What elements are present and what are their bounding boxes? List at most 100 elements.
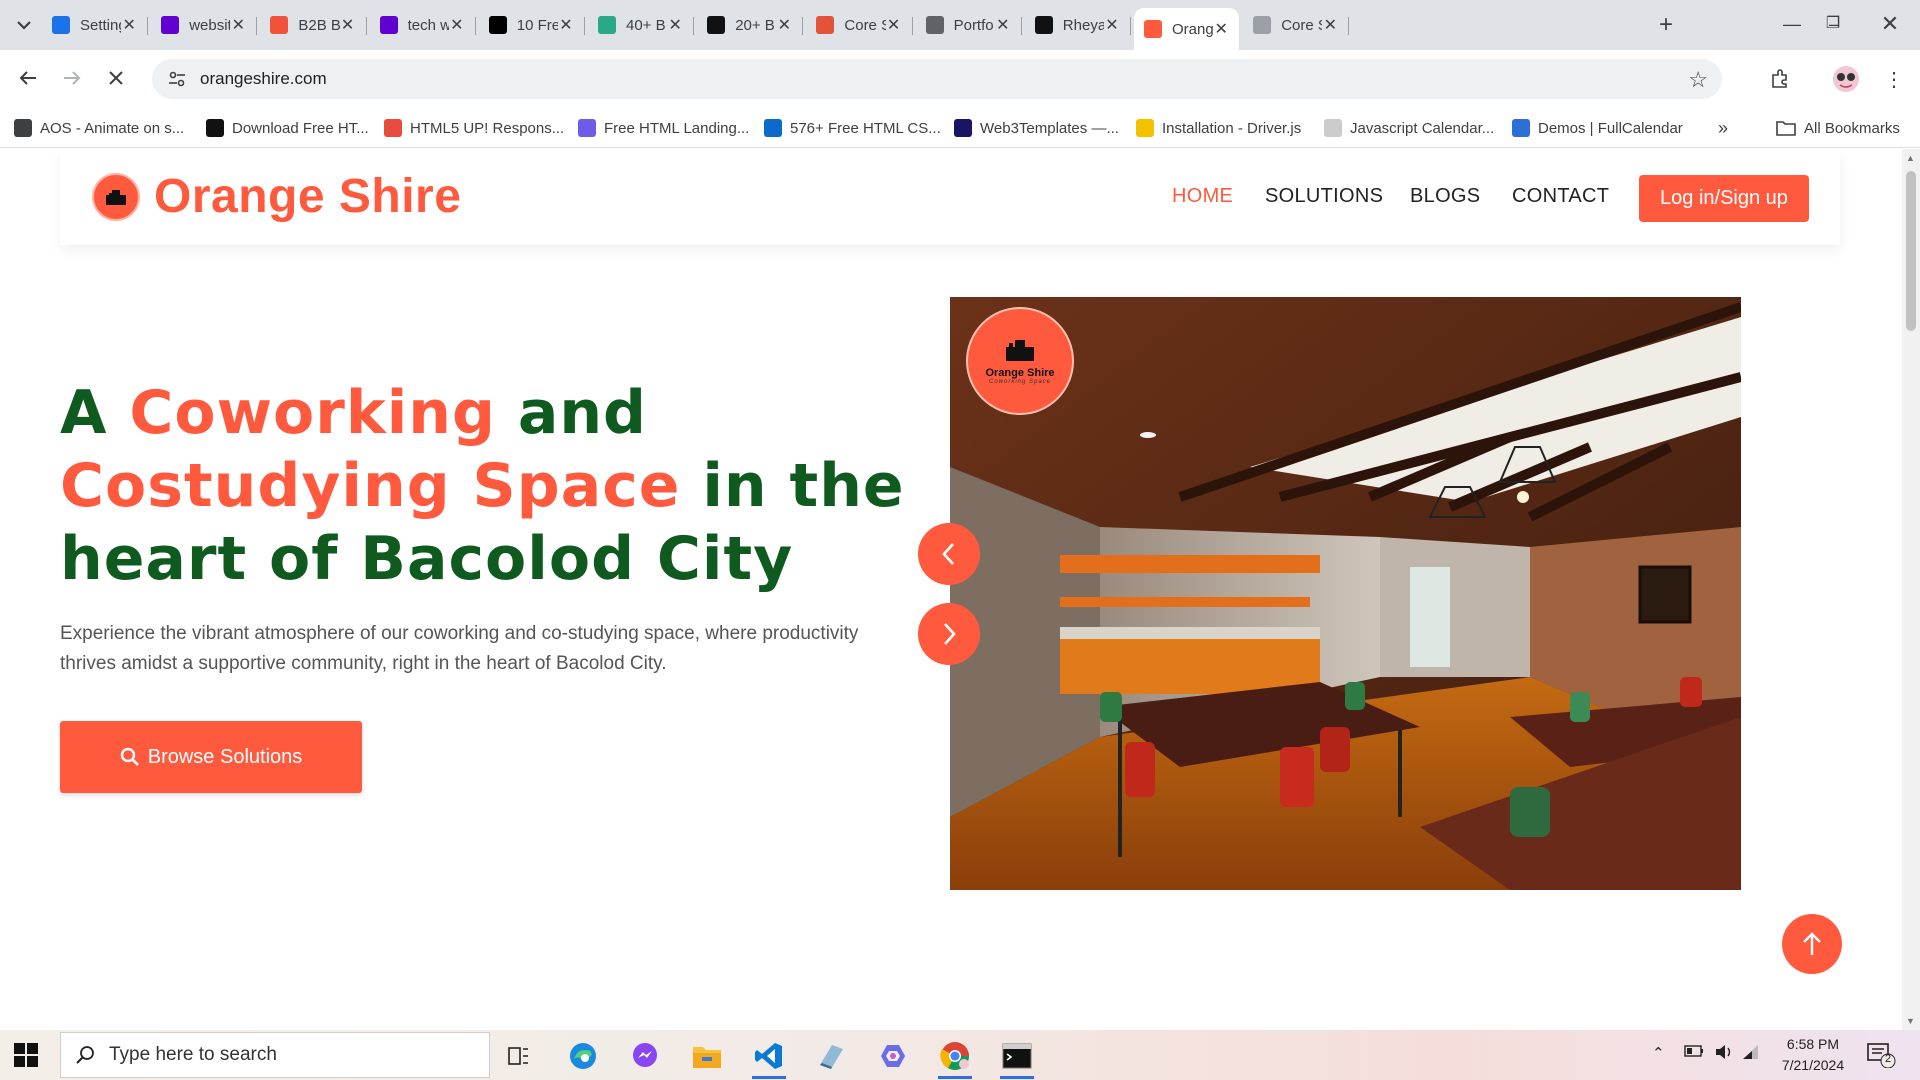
hero-description: Experience the vibrant atmosphere of our…: [60, 623, 859, 674]
back-to-top-button[interactable]: [1782, 914, 1842, 974]
show-hidden-icons-icon[interactable]: ⌃: [1652, 1044, 1665, 1062]
close-tab-icon[interactable]: ✕: [1104, 15, 1120, 35]
target-icon: [1253, 16, 1272, 34]
building-icon: [1006, 340, 1034, 361]
terminal-icon[interactable]: [994, 1036, 1040, 1079]
driverjs-icon: [1136, 119, 1154, 137]
landing-icon: [578, 119, 596, 137]
hero-heading-part: and: [495, 378, 648, 448]
file-explorer-icon[interactable]: [684, 1036, 730, 1076]
tm-icon: [764, 119, 782, 137]
stop-loading-button[interactable]: [100, 62, 132, 94]
nav-blogs[interactable]: BLOGS: [1410, 185, 1480, 208]
yahoo-icon: [161, 16, 180, 34]
bookmark-item[interactable]: Free HTML Landing...: [578, 116, 749, 140]
copilot-icon[interactable]: [870, 1036, 916, 1076]
vscode-icon[interactable]: [746, 1036, 792, 1079]
bookmark-item[interactable]: 576+ Free HTML CS...: [764, 116, 941, 140]
new-tab-button[interactable]: +: [1652, 12, 1680, 38]
bookmark-item[interactable]: Javascript Calendar...: [1324, 116, 1494, 140]
browser-tab[interactable]: websit ✕: [151, 8, 258, 42]
close-tab-icon[interactable]: ✕: [995, 15, 1011, 35]
all-bookmarks-button[interactable]: All Bookmarks: [1776, 116, 1900, 140]
brand-logo-icon[interactable]: [92, 173, 140, 221]
carousel-next-button[interactable]: [918, 603, 980, 665]
extensions-icon[interactable]: [1764, 63, 1796, 95]
browser-tab[interactable]: Core S✕: [806, 8, 913, 42]
orange-shire-icon: [1144, 20, 1162, 38]
task-view-icon[interactable]: [496, 1036, 542, 1076]
tab-title: Core S: [1281, 16, 1322, 34]
scroll-down-icon[interactable]: ▼: [1906, 1016, 1915, 1026]
brand-name[interactable]: Orange Shire: [154, 169, 461, 224]
browser-tab[interactable]: 10 Fre ✕: [479, 8, 586, 42]
browser-tab[interactable]: tech w ✕: [370, 8, 476, 42]
browse-solutions-button[interactable]: Browse Solutions: [60, 721, 362, 793]
page-scrollbar[interactable]: ▲ ▼: [1902, 149, 1920, 1030]
bookmark-item[interactable]: AOS - Animate on s...: [14, 116, 184, 140]
nav-home[interactable]: HOME: [1172, 185, 1233, 208]
browser-tab[interactable]: 40+ B ✕: [588, 8, 695, 42]
image-brand-badge: Orange Shire Coworking Space: [966, 307, 1074, 415]
minimize-button[interactable]: —: [1772, 12, 1812, 36]
browser-tab[interactable]: Orang ✕: [1134, 8, 1240, 50]
carousel-prev-button[interactable]: [918, 523, 980, 585]
close-tab-icon[interactable]: ✕: [1213, 19, 1229, 39]
volume-icon[interactable]: [1714, 1044, 1734, 1064]
h-icon: [206, 119, 224, 137]
taskbar-search-box[interactable]: Type here to search: [60, 1032, 490, 1078]
bookmark-item[interactable]: Demos | FullCalendar: [1512, 116, 1683, 140]
search-icon: [76, 1046, 94, 1064]
scrollbar-thumb[interactable]: [1906, 171, 1916, 331]
close-tab-icon[interactable]: ✕: [667, 15, 683, 35]
browser-tab[interactable]: Portfo ✕: [916, 8, 1022, 42]
nav-solutions[interactable]: SOLUTIONS: [1265, 185, 1383, 208]
close-tab-icon[interactable]: ✕: [449, 15, 465, 35]
browser-tab[interactable]: Setting✕: [42, 8, 149, 42]
system-clock[interactable]: 6:58 PM 7/21/2024: [1758, 1034, 1868, 1076]
scroll-up-icon[interactable]: ▲: [1906, 153, 1915, 163]
bookmark-star-icon[interactable]: ☆: [1688, 67, 1708, 93]
tab-title: tech w: [407, 16, 449, 34]
browser-tab[interactable]: 20+ B ✕: [697, 8, 804, 42]
address-bar[interactable]: orangeshire.com ☆: [152, 59, 1722, 99]
bookmark-item[interactable]: Web3Templates —...: [954, 116, 1119, 140]
tab-title: B2B Bl: [298, 16, 340, 34]
edge-browser-icon[interactable]: [560, 1036, 606, 1076]
login-signup-button[interactable]: Log in/Sign up: [1639, 175, 1809, 222]
bookmark-item[interactable]: Installation - Driver.js: [1136, 116, 1301, 140]
chrome-menu-icon[interactable]: ⋮: [1878, 63, 1910, 95]
more-bookmarks-icon[interactable]: »: [1718, 116, 1728, 140]
chrome-icon[interactable]: [932, 1036, 978, 1079]
nav-contact[interactable]: CONTACT: [1512, 185, 1609, 208]
back-button[interactable]: [12, 62, 44, 94]
messenger-icon[interactable]: [622, 1036, 668, 1076]
hero-heading-highlight: Coworking: [129, 378, 496, 448]
close-tab-icon[interactable]: ✕: [1322, 15, 1338, 35]
bookmark-item[interactable]: Download Free HT...: [206, 116, 369, 140]
browser-tab[interactable]: Rheya ✕: [1025, 8, 1132, 42]
windows-start-icon[interactable]: [14, 1043, 38, 1067]
tab-search-icon[interactable]: [10, 13, 38, 37]
image-badge-name: Orange Shire: [985, 367, 1055, 379]
browser-tab-strip: Setting✕websit✕B2B Bl✕tech w✕10 Fre✕40+ …: [0, 0, 1920, 50]
bookmark-label: Free HTML Landing...: [604, 119, 750, 137]
close-tab-icon[interactable]: ✕: [558, 15, 574, 35]
notes-app-icon[interactable]: [808, 1036, 854, 1076]
close-window-button[interactable]: ✕: [1870, 12, 1910, 36]
close-tab-icon[interactable]: ✕: [886, 15, 902, 35]
browser-tab[interactable]: Core S✕: [1243, 8, 1350, 42]
profile-avatar[interactable]: [1830, 63, 1862, 95]
close-tab-icon[interactable]: ✕: [230, 15, 246, 35]
battery-icon[interactable]: [1684, 1044, 1704, 1062]
close-tab-icon[interactable]: ✕: [340, 15, 356, 35]
browser-tab[interactable]: B2B Bl✕: [260, 8, 367, 42]
close-tab-icon[interactable]: ✕: [776, 15, 792, 35]
forward-button[interactable]: [56, 62, 88, 94]
url-text[interactable]: orangeshire.com: [200, 69, 327, 89]
restore-button[interactable]: ❐: [1813, 12, 1853, 36]
bookmark-item[interactable]: HTML5 UP! Respons...: [384, 116, 564, 140]
notification-center-icon[interactable]: 2: [1866, 1042, 1896, 1069]
site-settings-icon[interactable]: [166, 68, 188, 90]
close-tab-icon[interactable]: ✕: [121, 15, 137, 35]
